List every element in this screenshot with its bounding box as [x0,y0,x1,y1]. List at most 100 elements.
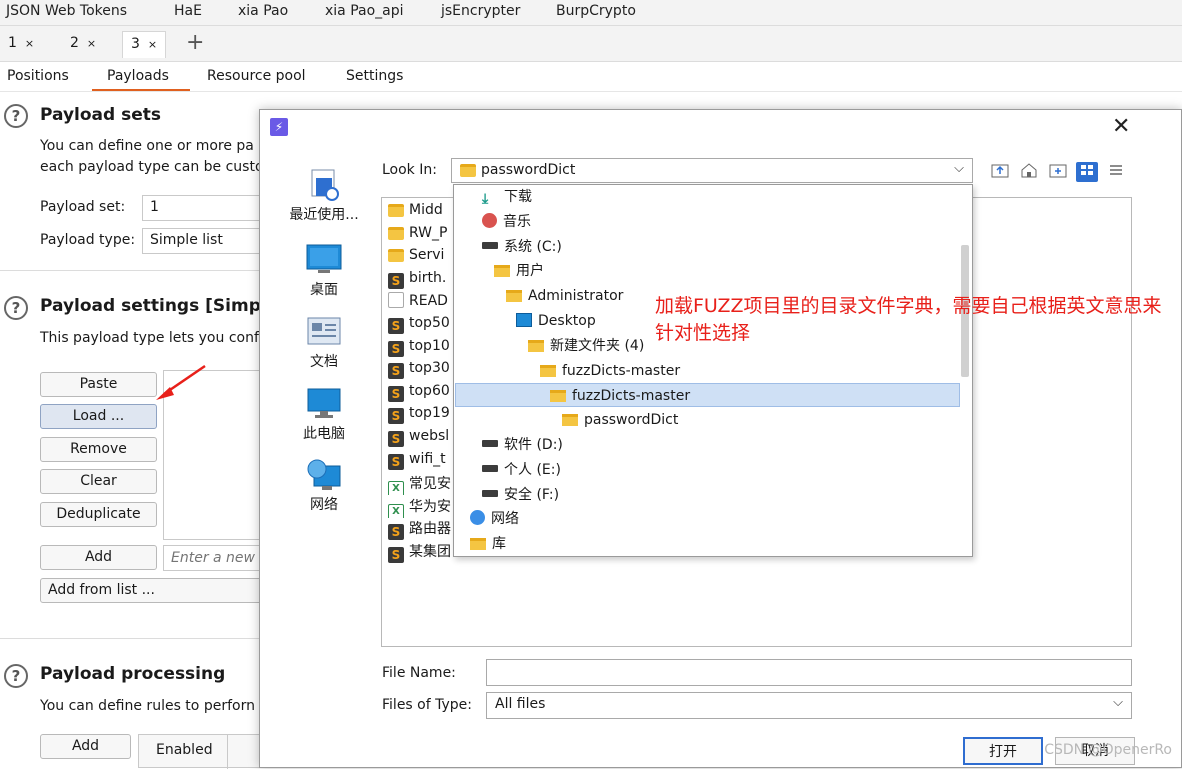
close-icon[interactable]: × [148,38,157,51]
ext-tab-burpcrypto[interactable]: BurpCrypto [556,3,636,19]
ext-tab-jsencrypter[interactable]: jsEncrypter [441,3,520,19]
paste-button[interactable]: Paste [40,372,157,397]
dropdown-item[interactable]: ⤓ 下载 [482,185,532,209]
dropdown-item[interactable]: 用户 [494,259,544,283]
file-item[interactable]: Midd [388,202,454,224]
file-item[interactable]: Stop10 [388,338,454,360]
ext-tab-hae[interactable]: HaE [174,3,202,19]
dropdown-item[interactable]: 网络 [470,507,519,531]
add-rule-button[interactable]: Add [40,734,131,759]
file-item[interactable]: Stop50 [388,315,454,337]
add-payload-button[interactable]: Add [40,545,157,570]
place-recent[interactable]: 最近使用... [280,168,368,224]
file-item[interactable]: Stop60 [388,383,454,405]
file-item[interactable]: X 华为安 [388,496,454,518]
remove-button[interactable]: Remove [40,437,157,462]
dropdown-item[interactable]: 系统 (C:) [482,235,562,259]
look-in-value: passwordDict [481,162,576,178]
tab-payloads[interactable]: Payloads [107,68,169,84]
sublime-file-icon: S [388,453,404,470]
file-item[interactable]: S 路由器 [388,518,454,541]
file-item[interactable]: RW_P [388,225,454,247]
look-in-combo[interactable]: passwordDict ⌵ [451,158,973,183]
help-icon[interactable]: ? [4,104,28,128]
file-item[interactable]: S 某集团 [388,541,454,563]
computer-icon [306,387,342,419]
file-item[interactable]: X 常见安 [388,473,454,496]
file-name: 路由器 [409,521,451,538]
file-item[interactable]: READ [388,292,454,314]
sublime-file-icon: S [388,547,404,563]
dropdown-item-label: 软件 (D:) [504,437,563,453]
place-this-pc[interactable]: 此电脑 [280,387,368,443]
dropdown-item[interactable]: fuzzDicts-master [455,383,960,408]
place-desktop[interactable]: 桌面 [280,243,368,299]
file-name: Midd [409,202,443,218]
folder-icon [388,204,404,217]
close-icon[interactable]: × [25,37,34,50]
up-folder-icon[interactable] [989,162,1011,182]
dropdown-item[interactable]: 软件 (D:) [482,433,563,457]
payload-type-label: Payload type: [40,232,136,248]
close-icon[interactable]: × [87,37,96,50]
tab-3[interactable]: 3 × [122,31,167,58]
place-documents[interactable]: 文档 [280,315,368,371]
file-name-input[interactable] [486,659,1132,686]
place-network[interactable]: 网络 [280,458,368,514]
ext-tab-json-web-tokens[interactable]: JSON Web Tokens [6,3,127,19]
file-item[interactable]: Servi [388,247,454,269]
folder-icon [550,390,566,403]
ext-tab-xia-pao[interactable]: xia Pao [238,3,288,19]
details-view-icon[interactable] [1105,162,1127,182]
payload-set-select[interactable]: 1 [142,195,262,221]
load-button[interactable]: Load ... [40,404,157,429]
list-view-icon[interactable] [1076,162,1098,182]
file-name: 常见安 [409,476,451,493]
files-of-type-combo[interactable]: All files ⌵ [486,692,1132,719]
tab-resource-pool[interactable]: Resource pool [207,68,306,84]
close-icon[interactable]: ✕ [1112,116,1130,138]
help-icon[interactable]: ? [4,664,28,688]
dropdown-item[interactable]: fuzzDicts-master [540,359,680,383]
new-folder-icon[interactable] [1047,162,1069,182]
file-item[interactable]: Swifi_t [388,451,454,473]
sublime-file-icon: S [388,318,404,334]
tab-settings[interactable]: Settings [346,68,403,84]
file-name: birth. [409,269,447,286]
file-item[interactable]: Stop30 [388,360,454,382]
payload-set-label: Payload set: [40,199,126,215]
help-icon[interactable]: ? [4,296,28,320]
dropdown-item[interactable]: Administrator [506,284,623,308]
file-item[interactable]: Swebsl [388,428,454,450]
tab-1[interactable]: 1 × [0,31,42,58]
payload-type-select[interactable]: Simple list [142,228,262,254]
add-from-list-button[interactable]: Add from list ... [40,578,263,603]
clear-button[interactable]: Clear [40,469,157,494]
dropdown-item[interactable]: 库 [470,532,506,556]
add-payload-input[interactable] [163,545,263,571]
add-tab-icon[interactable]: + [186,32,204,54]
dropdown-item-label: 个人 (E:) [504,461,561,478]
look-in-dropdown[interactable]: ⤓ 下载 音乐 系统 (C:) 用户 Administrator Desktop 新建文件夹 … [453,184,973,557]
dropdown-item[interactable]: Desktop [516,309,596,333]
home-icon[interactable] [1018,162,1040,182]
tab-2[interactable]: 2 × [62,31,104,58]
tab-positions[interactable]: Positions [7,68,69,84]
chevron-down-icon[interactable]: ⌵ [954,161,964,176]
dropdown-item[interactable]: passwordDict [562,408,678,432]
dropdown-item-label: 库 [492,536,506,553]
recent-icon [306,168,342,201]
file-item[interactable]: Stop19 [388,405,454,427]
open-button[interactable]: 打开 [963,737,1043,765]
dropdown-item[interactable]: 安全 (F:) [482,483,559,507]
folder-icon [506,290,522,303]
deduplicate-button[interactable]: Deduplicate [40,502,157,527]
ext-tab-xia-pao-api[interactable]: xia Pao_api [325,3,404,19]
dropdown-item[interactable]: 音乐 [482,210,531,234]
active-tab-indicator [92,89,190,91]
dropdown-item[interactable]: 新建文件夹 (4) [528,334,644,358]
payload-processing-description: You can define rules to perforn [40,698,255,714]
file-item[interactable]: Sbirth. [388,270,454,292]
dropdown-item[interactable]: 个人 (E:) [482,458,561,482]
chevron-down-icon[interactable]: ⌵ [1113,695,1123,710]
